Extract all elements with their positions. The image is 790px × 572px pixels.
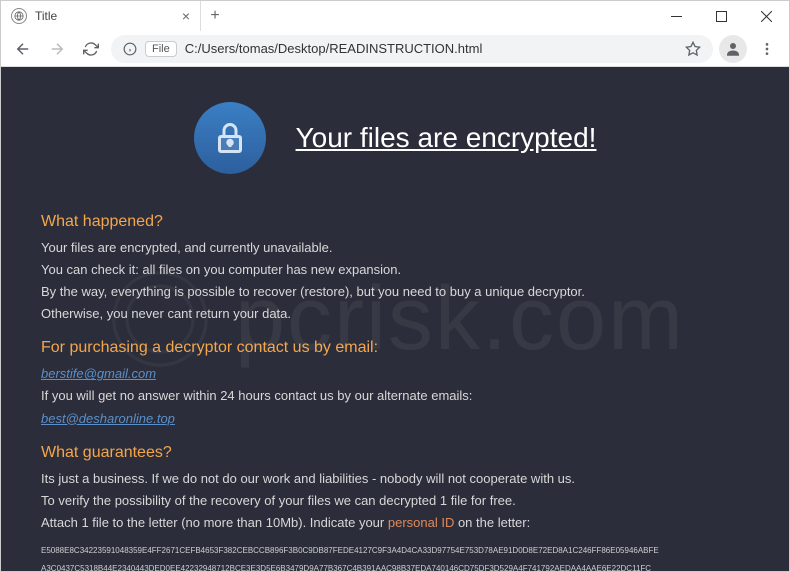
- info-icon: [123, 42, 137, 56]
- hero-title: Your files are encrypted!: [296, 122, 597, 154]
- heading-guarantees: What guarantees?: [41, 444, 749, 462]
- browser-window: Title × + File C:/Users/tomas/Desktop/RE…: [0, 0, 790, 572]
- globe-icon: [11, 8, 27, 24]
- back-button[interactable]: [9, 35, 37, 63]
- close-button[interactable]: [744, 1, 789, 31]
- menu-button[interactable]: [753, 35, 781, 63]
- tab-title: Title: [35, 9, 174, 23]
- personal-id-label: personal ID: [388, 515, 454, 530]
- url-text: C:/Users/tomas/Desktop/READINSTRUCTION.h…: [185, 41, 677, 56]
- hero: Your files are encrypted!: [41, 87, 749, 199]
- browser-tab[interactable]: Title ×: [1, 1, 201, 31]
- window-controls: [654, 1, 789, 31]
- file-badge: File: [145, 41, 177, 57]
- email-link-primary[interactable]: berstife@gmail.com: [41, 366, 156, 381]
- profile-button[interactable]: [719, 35, 747, 63]
- heading-what-happened: What happened?: [41, 213, 749, 231]
- forward-button[interactable]: [43, 35, 71, 63]
- maximize-button[interactable]: [699, 1, 744, 31]
- body-text: Your files are encrypted, and currently …: [41, 237, 749, 325]
- lock-icon: [194, 102, 266, 174]
- titlebar: Title × +: [1, 1, 789, 31]
- new-tab-button[interactable]: +: [201, 1, 229, 31]
- toolbar: File C:/Users/tomas/Desktop/READINSTRUCT…: [1, 31, 789, 67]
- reload-button[interactable]: [77, 35, 105, 63]
- page-content: pcrisk.com Your files are encrypted! Wha…: [1, 67, 789, 571]
- addressbar[interactable]: File C:/Users/tomas/Desktop/READINSTRUCT…: [111, 35, 713, 63]
- tab-close-icon[interactable]: ×: [182, 8, 190, 24]
- email-link-secondary[interactable]: best@desharonline.top: [41, 411, 175, 426]
- hex-id-block: E5088E8C34223591048359E4FF2671CEFB4653F3…: [41, 542, 749, 571]
- bookmark-star-icon[interactable]: [685, 41, 701, 57]
- heading-contact: For purchasing a decryptor contact us by…: [41, 339, 749, 357]
- minimize-button[interactable]: [654, 1, 699, 31]
